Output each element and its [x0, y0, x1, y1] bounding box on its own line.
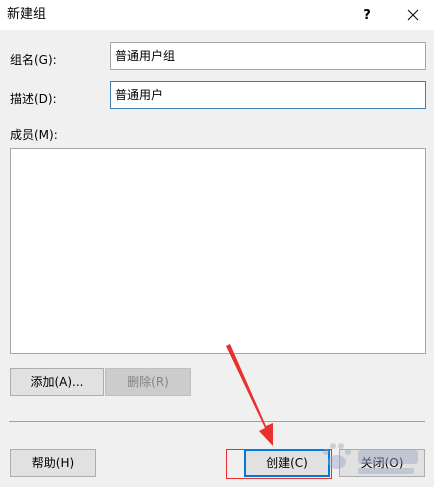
dialog-title: 新建组	[7, 7, 47, 22]
separator	[9, 421, 425, 422]
members-label: 成员(M):	[10, 128, 58, 142]
description-input[interactable]: 普通用户	[110, 81, 426, 109]
remove-button[interactable]: 删除(R)	[105, 368, 191, 396]
create-button[interactable]: 创建(C)	[244, 449, 330, 477]
close-icon[interactable]	[390, 0, 434, 30]
members-list[interactable]	[10, 148, 426, 354]
close-x-glyph	[407, 9, 419, 21]
close-button[interactable]: 关闭(O)	[339, 449, 425, 477]
help-button[interactable]: 帮助(H)	[10, 449, 96, 477]
description-label: 描述(D):	[10, 92, 57, 106]
add-button[interactable]: 添加(A)...	[10, 368, 104, 396]
help-icon[interactable]: ?	[344, 0, 390, 30]
title-bar: 新建组 ?	[0, 0, 434, 30]
group-name-label: 组名(G):	[10, 53, 57, 67]
group-name-input[interactable]: 普通用户组	[110, 42, 426, 70]
new-group-dialog: 新建组 ? 组名(G): 普通用户组 描述(D): 普通用户 成员(M): 添加…	[0, 0, 434, 487]
